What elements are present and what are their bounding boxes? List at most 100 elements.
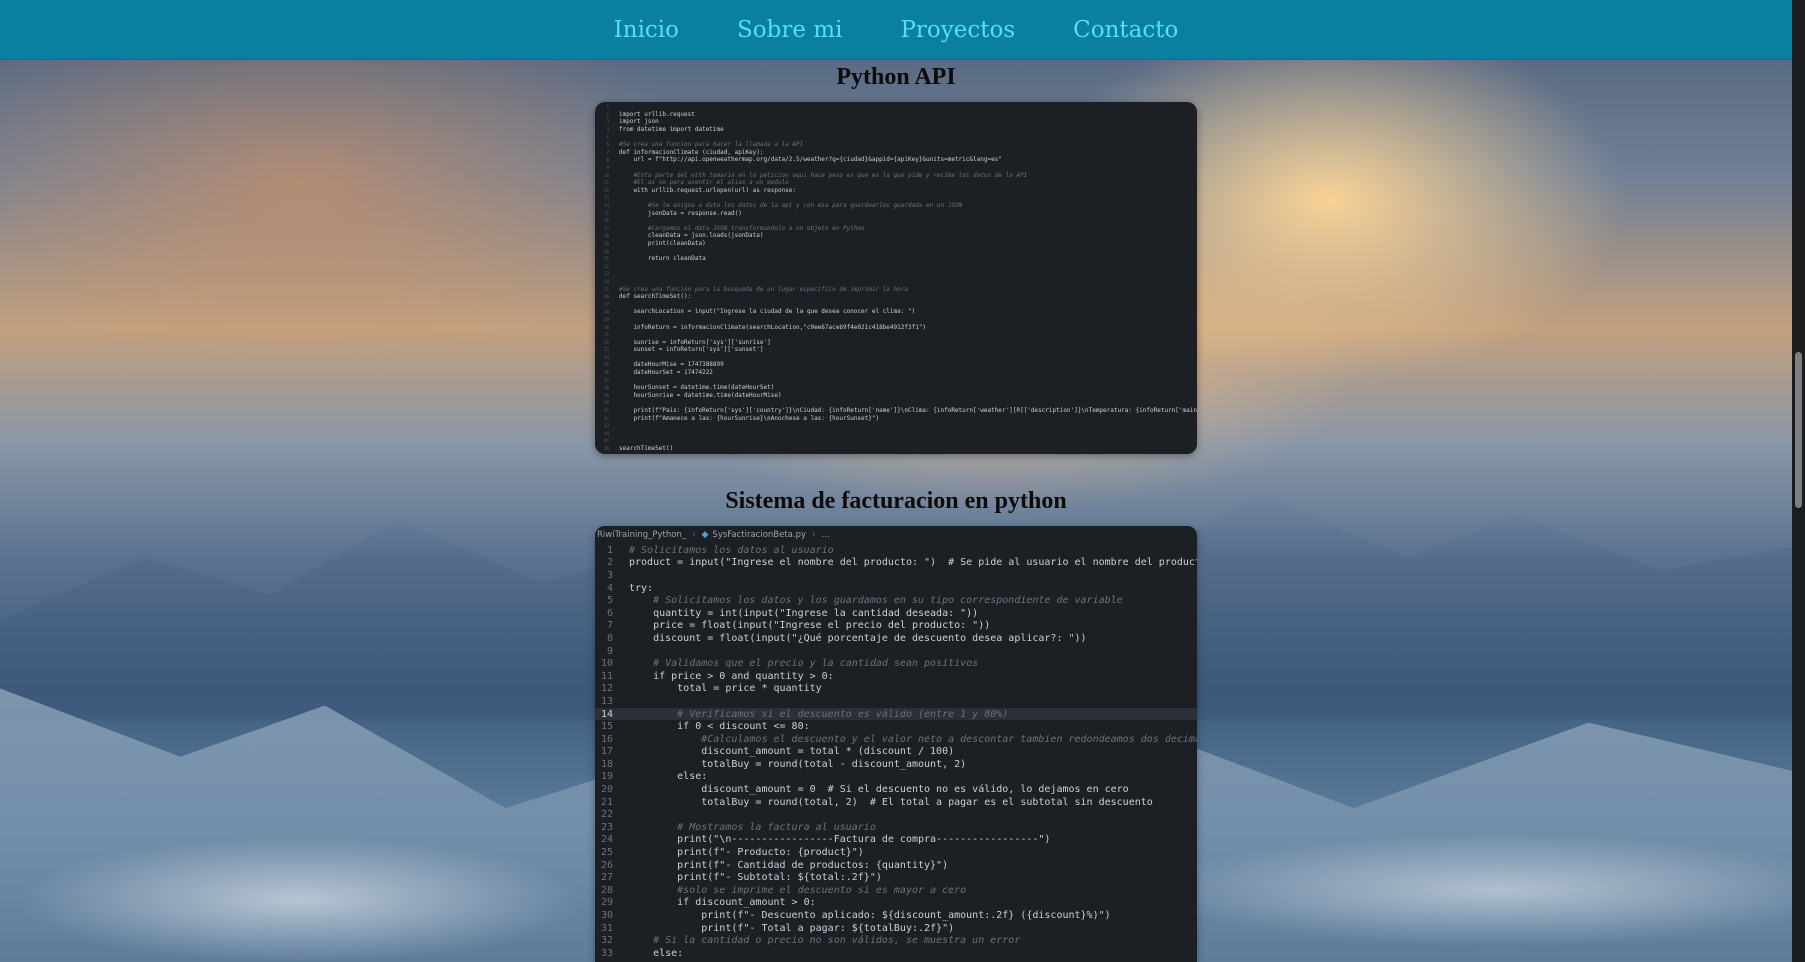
code-line: 19 print(cleanData): [595, 240, 1197, 248]
code-line: 30 infoReturn = informacionClimate(searc…: [595, 323, 1197, 331]
line-number: 37: [604, 377, 609, 383]
line-number: 18: [604, 233, 609, 239]
line-number: 2: [606, 557, 613, 569]
code-line: 32 # Si la cantidad o precio no son váli…: [595, 934, 1197, 947]
code-text: if price > 0 and quantity > 0:: [629, 670, 834, 682]
code-text: infoReturn = informacionClimate(searchLo…: [619, 323, 927, 331]
code-line: 14 # Verificamos si el descuento es váli…: [595, 707, 1197, 721]
line-number: 16: [604, 218, 609, 224]
code-text: sunrise = infoReturn['sys']['sunrise']: [619, 338, 771, 346]
code-line: 12 with urllib.request.urlopen(url) as r…: [595, 187, 1197, 195]
code-text: price = float(input("Ingrese el precio d…: [629, 620, 991, 632]
code-line: 21 return cleanData: [595, 255, 1197, 263]
line-number: 25: [604, 286, 609, 292]
code-line: 31 print(f"- Total a pagar: ${totalBuy:.…: [595, 922, 1197, 935]
chevron-right-icon: ›: [812, 530, 816, 540]
line-number: 33: [604, 347, 609, 353]
line-number: 6: [606, 607, 613, 619]
code-text: else:: [629, 771, 708, 783]
line-number: 46: [604, 446, 609, 452]
line-number: 42: [604, 415, 609, 421]
code-line: 10 #Esta parte del with tomaria en la pe…: [595, 171, 1197, 179]
line-number: 5: [606, 595, 613, 607]
python-file-icon: ◆: [701, 530, 709, 540]
line-number: 11: [604, 180, 609, 186]
code-line: 30 print(f"- Descuento aplicado: ${disco…: [595, 909, 1197, 922]
facturacion-code-screenshot: RiwiTraining_Python_ › ◆ SysFactiracionB…: [595, 526, 1197, 962]
code-line: 35 dateHourMise = 1747388899: [595, 361, 1197, 369]
breadcrumb-file: SysFactiracionBeta.py: [712, 530, 807, 540]
code-text: dateHourMise = 1747388899: [619, 361, 724, 369]
line-number: 3: [606, 119, 609, 125]
code-line: 2 product = input("Ingrese el nombre del …: [595, 557, 1197, 570]
nav-link-proyectos[interactable]: Proyectos: [900, 17, 1015, 43]
line-number: 5: [606, 134, 609, 140]
code-text: sunset = infoReturn['sys']['sunset']: [619, 346, 764, 354]
line-number: 26: [600, 859, 613, 871]
line-number: 13: [604, 195, 609, 201]
code-text: #Calculamos el descuento y el valor neto…: [629, 733, 1197, 745]
page-scrollbar[interactable]: [1792, 0, 1805, 962]
code-text: hourSunrise = datetime.time(dateHourMise…: [619, 391, 782, 399]
code-line: 22: [595, 808, 1197, 821]
code-line: 2 import urllib.request: [595, 111, 1197, 119]
code-text: print(f"- Descuento aplicado: ${discount…: [629, 910, 1111, 922]
code-text: else:: [629, 947, 684, 959]
code-line: 3 import json: [595, 118, 1197, 126]
code-text: print(f"- Total a pagar: ${totalBuy:.2f}…: [629, 922, 955, 934]
code-line: 6 #Se crea una funcion para hacer la llam…: [595, 141, 1197, 149]
line-number: 2: [606, 111, 609, 117]
line-number: 27: [600, 872, 613, 884]
line-number: 15: [600, 721, 613, 733]
code-text: def searchTimeSet():: [619, 293, 692, 301]
code-text: print("\n-----------------Factura de com…: [629, 834, 1051, 846]
code-line: 42 print(f"Amanece a las: {hourSunrise}\…: [595, 414, 1197, 422]
code-line: 16: [595, 217, 1197, 225]
top-navigation-bar: Inicio Sobre mi Proyectos Contacto: [0, 0, 1792, 60]
nav-link-contacto[interactable]: Contacto: [1073, 17, 1178, 43]
code-text: print(f"Pais: {infoReturn['sys']['countr…: [619, 407, 1197, 415]
code-line: 20: [595, 247, 1197, 255]
line-number: 10: [604, 172, 609, 178]
line-number: 14: [600, 708, 613, 720]
line-number: 30: [600, 910, 613, 922]
code-line: 26 print(f"- Cantidad de productos: {qua…: [595, 859, 1197, 872]
line-number: 12: [600, 683, 613, 695]
chevron-right-icon: ›: [692, 530, 696, 540]
code-text: totalBuy = round(total, 2) # El total a …: [629, 796, 1153, 808]
code-line: 9: [595, 164, 1197, 172]
code-line: 16 #Calculamos el descuento y el valor n…: [595, 733, 1197, 746]
code-line: 26 def searchTimeSet():: [595, 293, 1197, 301]
code-line: 17 #Cargamos el data JSON transformandol…: [595, 225, 1197, 233]
code-line: 28 #solo se imprime el descuento si es m…: [595, 884, 1197, 897]
code-line: 18 cleanData = json.loads(jsonData): [595, 232, 1197, 240]
code-line: 14 #Se le asigna a data los datos de la …: [595, 202, 1197, 210]
code-text: discount_amount = total * (discount / 10…: [629, 746, 955, 758]
line-number: 26: [604, 294, 609, 300]
line-number: 28: [600, 884, 613, 896]
line-number: 4: [606, 127, 609, 133]
scrollbar-thumb[interactable]: [1795, 352, 1802, 508]
code-line: 8 url = f"http://api.openweathermap.org/…: [595, 156, 1197, 164]
line-number: 33: [600, 947, 613, 959]
code-line: 27 print(f"- Subtotal: ${total:.2f}"): [595, 871, 1197, 884]
line-number: 14: [604, 203, 609, 209]
code-line: 13: [595, 695, 1197, 708]
code-line: 29 if discount_amount > 0:: [595, 897, 1197, 910]
code-line: 8 discount = float(input("¿Qué porcentaj…: [595, 632, 1197, 645]
code-line: 24: [595, 278, 1197, 286]
nav-link-inicio[interactable]: Inicio: [614, 17, 679, 43]
code-text: print(f"Amanece a las: {hourSunrise}\nAn…: [619, 414, 880, 422]
line-number: 9: [606, 165, 609, 171]
code-line: 15 if 0 < discount <= 80:: [595, 720, 1197, 733]
editor-breadcrumb: RiwiTraining_Python_ › ◆ SysFactiracionB…: [595, 526, 1197, 544]
code-line: 6 quantity = int(input("Ingrese la canti…: [595, 607, 1197, 620]
line-number: 7: [606, 149, 609, 155]
code-text: print(cleanData): [619, 239, 706, 247]
code-line: 5 # Solicitamos los datos y los guardamo…: [595, 594, 1197, 607]
nav-link-sobre-mi[interactable]: Sobre mi: [737, 17, 842, 43]
code-line: 47: [595, 452, 1197, 455]
code-text: #Esta parte del with tomaria en la petic…: [619, 171, 1028, 179]
line-number: 36: [604, 370, 609, 376]
code-line: 37: [595, 376, 1197, 384]
